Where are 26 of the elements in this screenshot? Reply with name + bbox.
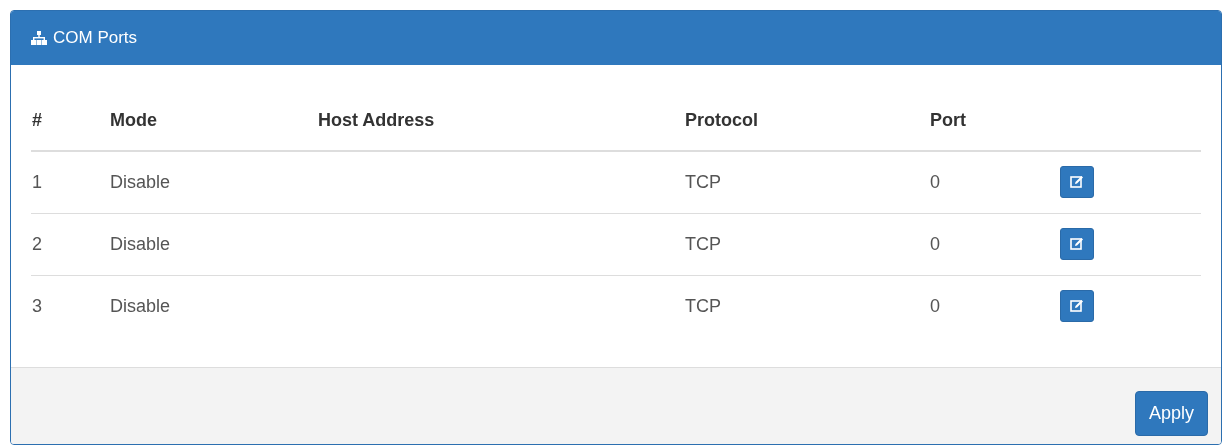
apply-button[interactable]: Apply	[1134, 390, 1208, 436]
column-header: Protocol	[685, 110, 758, 130]
table-cell: 1	[32, 171, 42, 192]
table-cell: TCP	[685, 295, 721, 316]
table-cell: 0	[930, 171, 940, 192]
panel-title: COM Ports	[53, 27, 138, 50]
table-cell: 0	[930, 233, 940, 254]
table-cell: Disable	[110, 295, 171, 316]
edit-icon	[1070, 175, 1084, 190]
table-cell: 0	[930, 295, 940, 316]
table-cell: 3	[32, 295, 42, 316]
column-header: Mode	[110, 110, 157, 130]
edit-icon	[1070, 237, 1084, 251]
table-cell: Disable	[110, 233, 171, 254]
sitemap-icon	[31, 31, 47, 45]
edit-button[interactable]	[1060, 290, 1094, 323]
edit-icon	[1070, 299, 1084, 314]
column-header: Port	[930, 110, 966, 130]
table-cell: TCP	[685, 171, 721, 192]
table-cell: 2	[32, 233, 42, 254]
edit-button[interactable]	[1060, 166, 1094, 199]
column-header: #	[32, 110, 42, 130]
column-header: Host Address	[318, 110, 435, 130]
edit-button[interactable]	[1060, 228, 1094, 260]
table-cell: TCP	[685, 233, 721, 254]
table-cell: Disable	[110, 171, 171, 192]
